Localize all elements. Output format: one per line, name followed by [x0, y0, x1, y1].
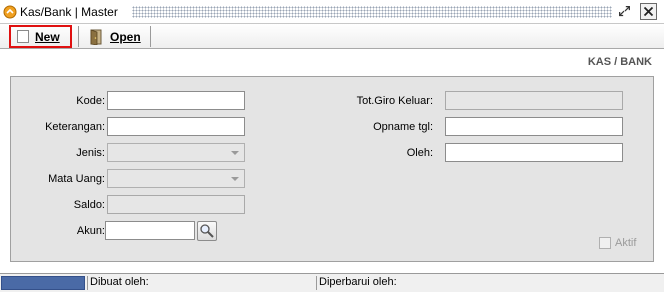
kode-label: Kode: [76, 95, 105, 107]
open-button-label: Open [110, 29, 141, 44]
dibuat-oleh-status: Dibuat oleh: [87, 276, 315, 290]
keterangan-field[interactable] [107, 117, 245, 136]
kode-field[interactable] [107, 91, 245, 110]
new-button[interactable]: New [9, 25, 72, 48]
oleh-field[interactable] [445, 143, 623, 162]
kas-bank-app-icon [3, 5, 17, 19]
jenis-dropdown[interactable] [107, 143, 245, 162]
diperbarui-oleh-status: Diperbarui oleh: [316, 276, 664, 290]
status-progress [1, 276, 85, 290]
titlebar-grip [132, 6, 612, 18]
akun-label: Akun: [76, 225, 105, 237]
new-button-label: New [35, 29, 60, 44]
aktif-label: Aktif [615, 237, 637, 249]
mata-uang-dropdown[interactable] [107, 169, 245, 188]
jenis-label: Jenis: [76, 147, 105, 159]
aktif-checkbox[interactable]: Aktif [599, 237, 636, 249]
tot-giro-keluar-field [445, 91, 623, 110]
close-icon [643, 6, 654, 17]
oleh-label: Oleh: [406, 147, 433, 159]
saldo-label: Saldo: [73, 199, 105, 211]
status-bar: Dibuat oleh: Diperbarui oleh: [0, 273, 664, 292]
blank-document-icon [17, 30, 29, 43]
toolbar-separator [78, 26, 79, 47]
close-button[interactable] [640, 3, 657, 20]
form-panel: Kode: Keterangan: Jenis: Mata Uang: Sald… [10, 76, 654, 262]
saldo-field [107, 195, 245, 214]
section-title: KAS / BANK [587, 56, 652, 68]
checkbox-box [599, 237, 611, 249]
open-door-icon [90, 28, 102, 45]
window-title: Kas/Bank | Master [20, 5, 118, 19]
chevron-down-icon [231, 151, 239, 155]
opname-tgl-field[interactable] [445, 117, 623, 136]
toolbar-separator [150, 26, 151, 47]
tot-giro-keluar-label: Tot.Giro Keluar: [356, 95, 433, 107]
chevron-down-icon [231, 177, 239, 181]
restore-button[interactable] [616, 3, 633, 20]
open-button[interactable]: Open [86, 25, 148, 48]
toolbar: New Open [0, 24, 664, 49]
opname-tgl-label: Opname tgl: [373, 121, 433, 133]
akun-field[interactable] [105, 221, 195, 240]
keterangan-label: Keterangan: [45, 121, 105, 133]
mata-uang-label: Mata Uang: [48, 173, 105, 185]
window-titlebar: Kas/Bank | Master [0, 0, 664, 24]
restore-icon [619, 6, 630, 17]
akun-lookup-button[interactable] [197, 221, 217, 241]
magnifier-icon [200, 224, 214, 238]
